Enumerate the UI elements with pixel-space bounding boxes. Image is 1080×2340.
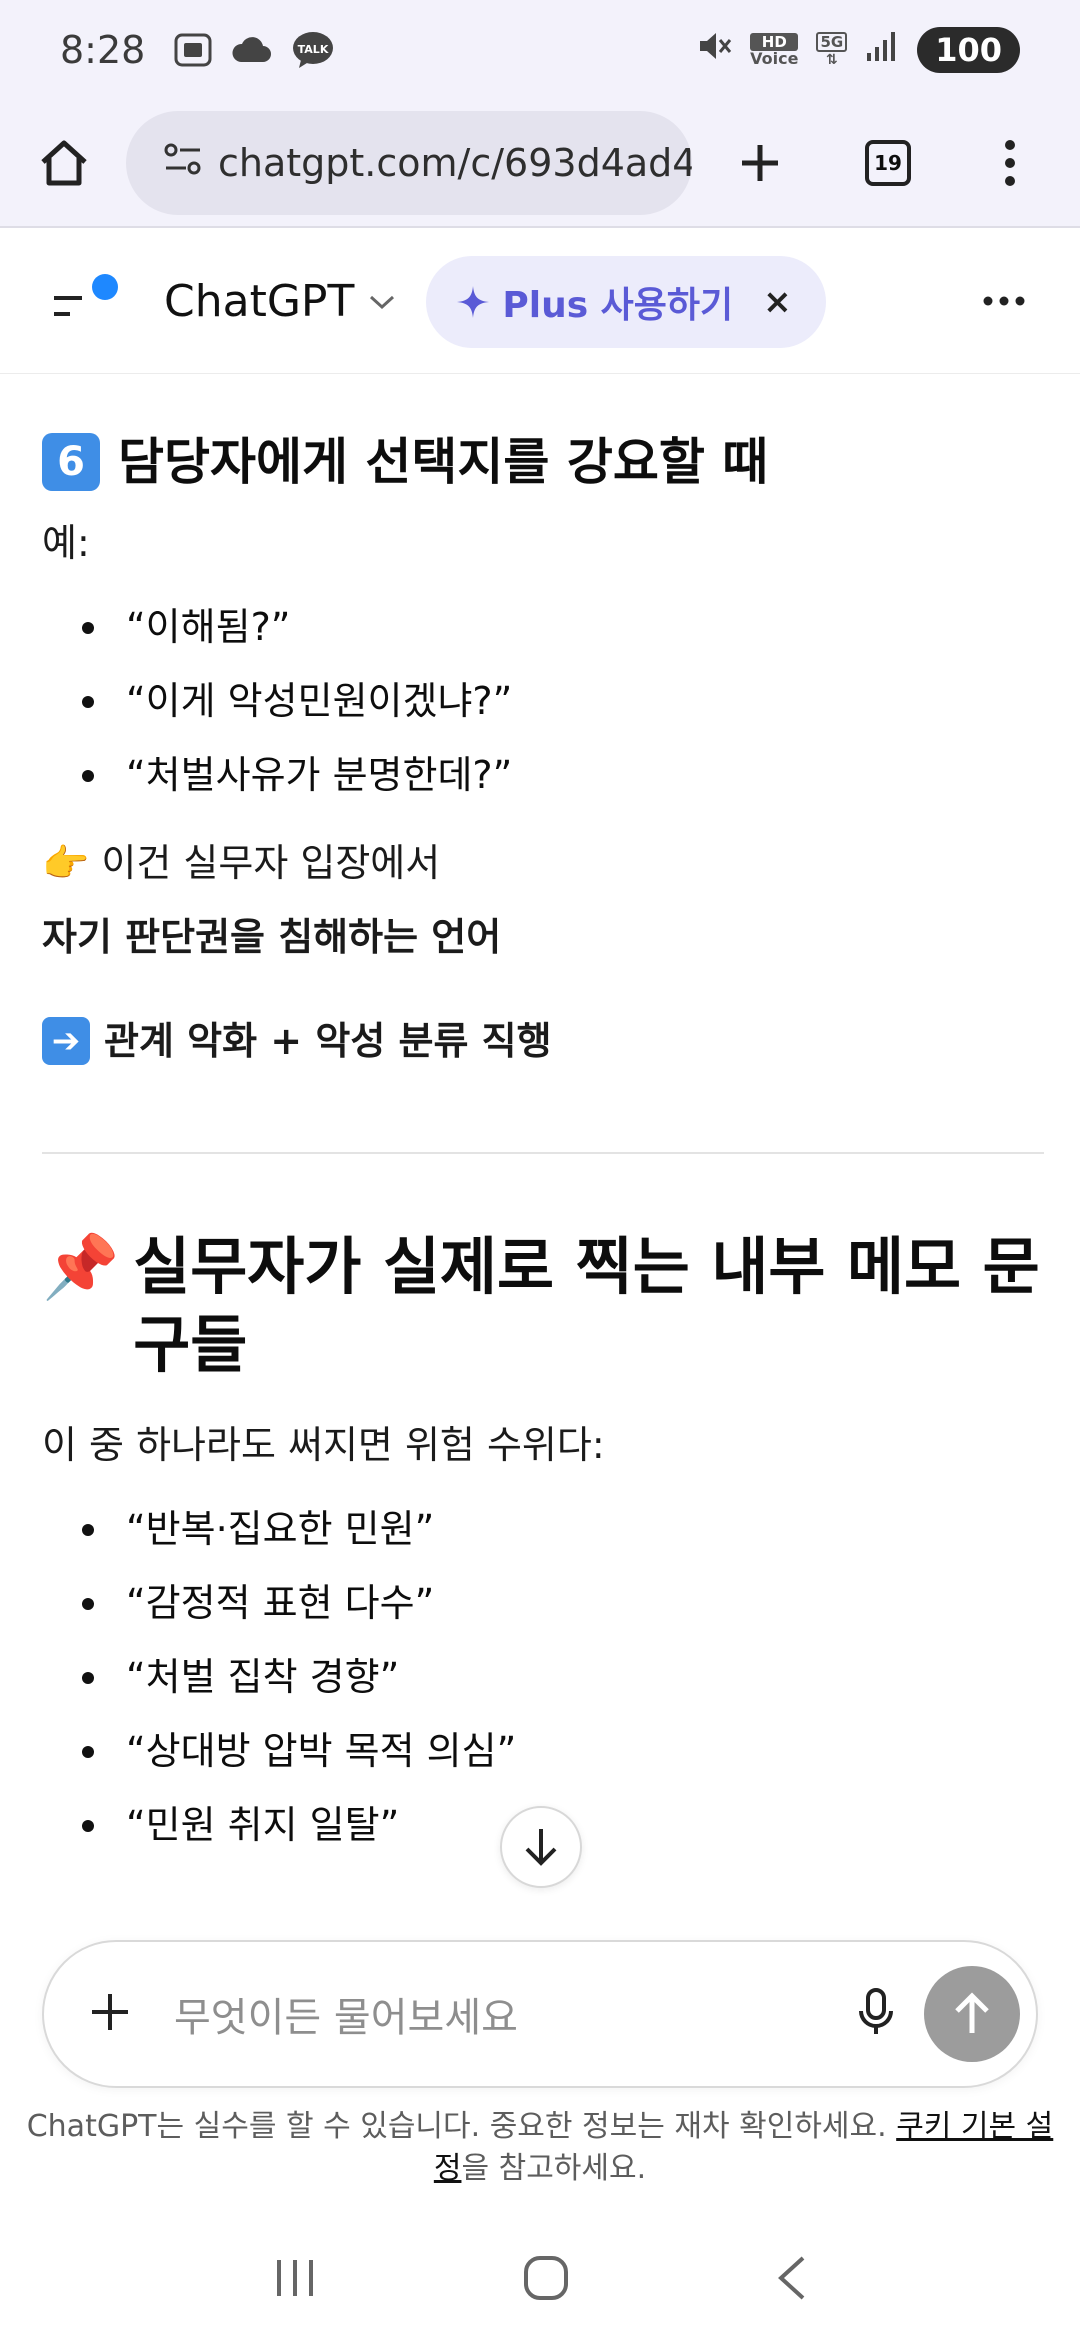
- note-emphasis: 자기 판단권을 침해하는 언어: [42, 915, 502, 959]
- chevron-down-icon: [370, 295, 395, 309]
- right-arrow-icon: ➔: [42, 1017, 90, 1065]
- list-item: “반복·집요한 민원”: [42, 1492, 1042, 1566]
- pointer-emoji: 👉: [42, 841, 90, 885]
- note-line: 👉 이건 실무자 입장에서: [42, 841, 441, 885]
- list-item: “처벌사유가 분명한데?”: [42, 738, 1042, 812]
- send-button[interactable]: [924, 1966, 1020, 2062]
- list-item: “이게 악성민원이겠냐?”: [42, 664, 1042, 738]
- keycap-number: 6: [42, 433, 100, 491]
- address-bar[interactable]: chatgpt.com/c/693d4ad4-: [126, 111, 692, 215]
- chat-options-button[interactable]: [982, 292, 1026, 311]
- home-circle-icon: [524, 2256, 568, 2300]
- section6-bullets: “이해됨?” “이게 악성민원이겠냐?” “처벌사유가 분명한데?”: [42, 590, 1042, 812]
- hd-voice-indicator: HD Voice: [750, 33, 799, 68]
- close-icon[interactable]: ×: [763, 282, 792, 322]
- more-horizontal-icon: [983, 296, 1025, 306]
- url-text: chatgpt.com/c/693d4ad4-: [218, 141, 692, 185]
- plus-icon: [742, 145, 778, 181]
- new-tab-button[interactable]: [720, 123, 800, 203]
- sparkle-icon: [457, 285, 490, 318]
- divider: [42, 1152, 1044, 1154]
- talk-badge: TALK: [298, 43, 329, 56]
- status-bar: 8:28 TALK HD Voice 5G ⇅ 100: [0, 0, 1080, 100]
- tab-switcher-button[interactable]: 19: [848, 123, 928, 203]
- upgrade-plus-label: Plus 사용하기: [502, 284, 734, 326]
- recents-icon: [277, 2260, 313, 2296]
- mute-icon: [696, 28, 732, 73]
- browser-menu-button[interactable]: [970, 123, 1050, 203]
- memo-intro: 이 중 하나라도 써지면 위험 수위다:: [42, 1423, 605, 1467]
- list-item: “감정적 표현 다수”: [42, 1566, 1042, 1640]
- list-item: “상대방 압박 목적 의심”: [42, 1714, 1042, 1788]
- more-vertical-icon: [1005, 140, 1015, 186]
- message-input[interactable]: 무엇이든 물어보세요: [174, 1985, 856, 2043]
- browser-toolbar: chatgpt.com/c/693d4ad4- 19: [0, 100, 1080, 228]
- plus-icon: [92, 1994, 128, 2030]
- app-title: ChatGPT: [164, 276, 355, 327]
- screenshot-icon: [173, 32, 213, 68]
- mic-icon: [859, 1988, 893, 2034]
- back-button[interactable]: [775, 2254, 807, 2306]
- attach-button[interactable]: [88, 1990, 132, 2038]
- section6-heading: 6 담당자에게 선택지를 강요할 때: [42, 430, 1042, 494]
- memo-heading: 📌 실무자가 실제로 찍는 내부 메모 문구들: [42, 1228, 1042, 1384]
- network-indicator: 5G ⇅: [816, 32, 848, 68]
- pin-emoji: 📌: [42, 1230, 120, 1303]
- arrow-up-icon: [955, 1992, 989, 2033]
- notification-dot: [92, 273, 118, 300]
- home-icon: [41, 140, 87, 186]
- battery-indicator: 100: [917, 27, 1020, 73]
- status-time: 8:28: [60, 28, 146, 72]
- system-nav-bar: [0, 2220, 1080, 2340]
- chat-header: ChatGPT Plus 사용하기 ×: [0, 230, 1080, 374]
- site-settings-icon[interactable]: [164, 141, 202, 185]
- home-nav-button[interactable]: [523, 2255, 569, 2305]
- scroll-to-bottom-button[interactable]: [500, 1806, 582, 1888]
- status-right: HD Voice 5G ⇅ 100: [696, 27, 1020, 73]
- back-icon: [778, 2256, 805, 2300]
- home-button[interactable]: [24, 123, 104, 203]
- disclaimer: ChatGPT는 실수를 할 수 있습니다. 중요한 정보는 재차 확인하세요.…: [26, 2109, 1054, 2186]
- screen: 8:28 TALK HD Voice 5G ⇅ 100 chatgpt.com/…: [0, 0, 1080, 2340]
- cloud-icon: [231, 36, 273, 64]
- list-item: “이해됨?”: [42, 590, 1042, 664]
- voice-input-button[interactable]: [856, 1987, 896, 2041]
- model-selector[interactable]: ChatGPT: [164, 276, 396, 327]
- signal-icon: [865, 28, 899, 72]
- arrow-down-icon: [525, 1829, 557, 1866]
- result-line: ➔ 관계 악화 + 악성 분류 직행: [42, 1014, 1042, 1068]
- message-composer[interactable]: 무엇이든 물어보세요: [42, 1940, 1038, 2088]
- sidebar-toggle-button[interactable]: [48, 272, 128, 332]
- tab-count: 19: [865, 140, 911, 186]
- example-label: 예:: [42, 521, 90, 565]
- list-item: “처벌 집착 경향”: [42, 1640, 1042, 1714]
- talk-icon: TALK: [291, 30, 335, 70]
- chat-message: 6 담당자에게 선택지를 강요할 때 예: “이해됨?” “이게 악성민원이겠냐…: [42, 374, 1044, 1862]
- recent-apps-button[interactable]: [273, 2258, 317, 2302]
- upgrade-plus-button[interactable]: Plus 사용하기 ×: [426, 255, 826, 348]
